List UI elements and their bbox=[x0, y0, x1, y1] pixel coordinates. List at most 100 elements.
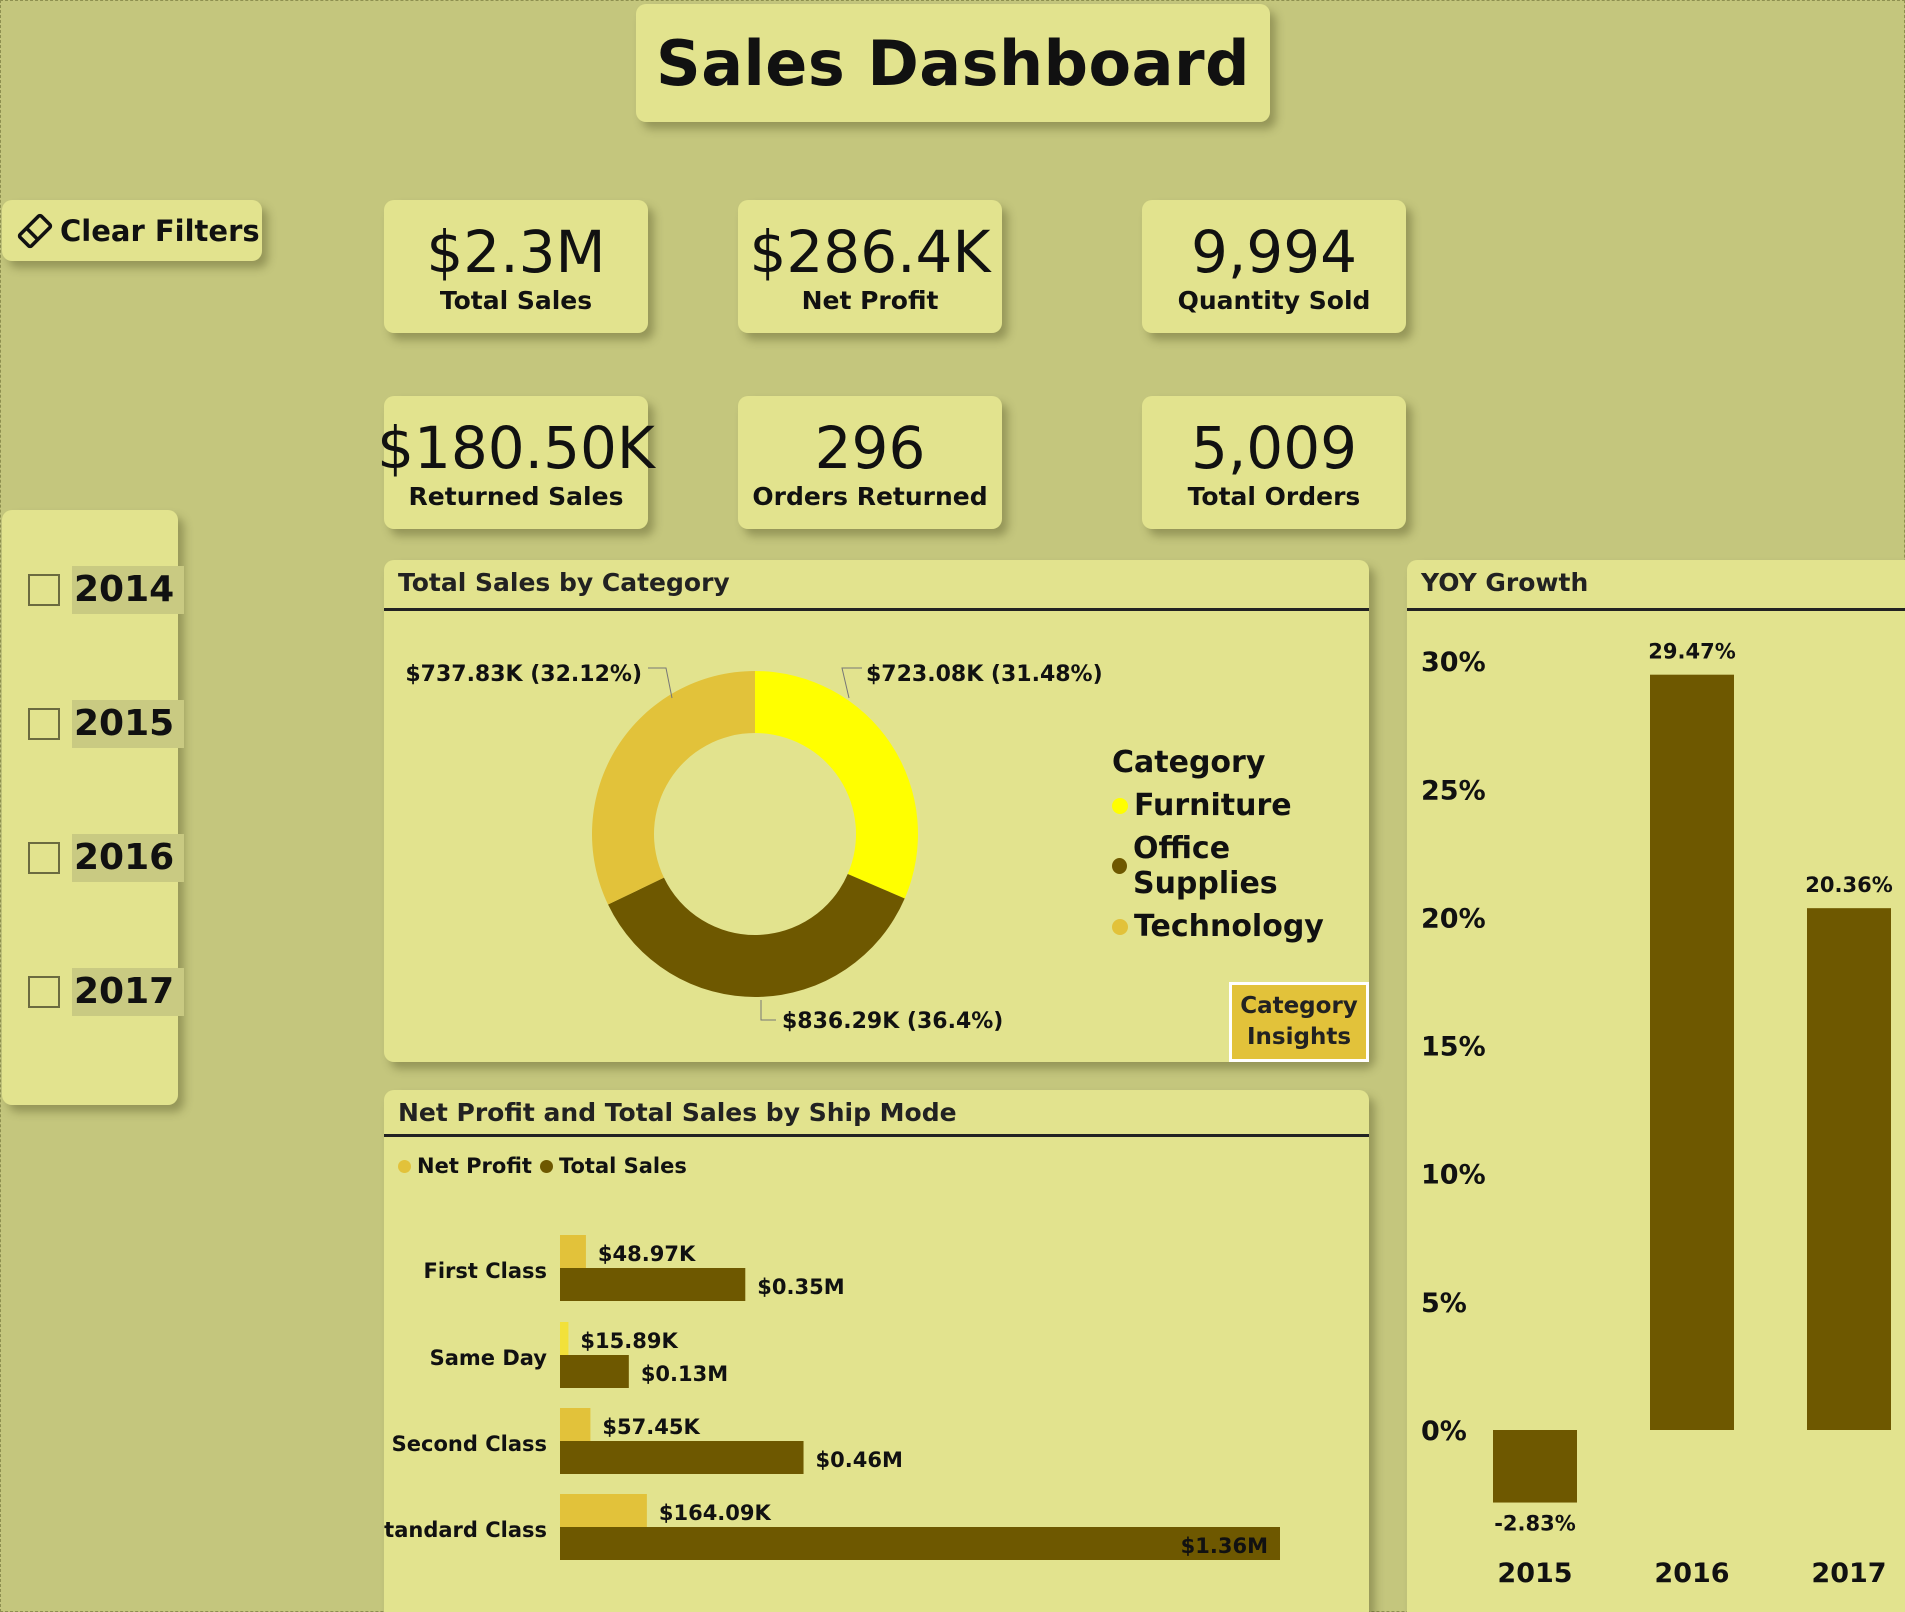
ship-category-label: First Class bbox=[423, 1259, 547, 1283]
insights-label-line2: Insights bbox=[1246, 1024, 1352, 1050]
donut-leader-line bbox=[760, 1000, 776, 1021]
net-profit-data-label: $164.09K bbox=[659, 1501, 772, 1525]
shipmode-panel: Net Profit and Total Sales by Ship Mode … bbox=[384, 1090, 1369, 1612]
kpi-label: Total Orders bbox=[1187, 482, 1361, 511]
net-profit-bar bbox=[560, 1408, 591, 1441]
y-tick-label: 30% bbox=[1421, 647, 1486, 678]
category-panel: Total Sales by Category $723.08K (31.48%… bbox=[384, 560, 1369, 1062]
yoy-bar-2015 bbox=[1493, 1430, 1577, 1503]
clear-filters-label: Clear Filters bbox=[60, 213, 260, 248]
page-title: Sales Dashboard bbox=[656, 26, 1250, 100]
kpi-quantity-sold: 9,994 Quantity Sold bbox=[1142, 200, 1406, 333]
year-slicer: 2014 2015 2016 2017 bbox=[2, 510, 185, 1105]
slicer-item-label: 2015 bbox=[72, 700, 185, 748]
yoy-panel: YOY Growth 0% 5% 10% 15% 20% 25% 30% -2.83% 2015… bbox=[1407, 560, 1905, 1612]
yoy-bar-2016 bbox=[1650, 674, 1734, 1430]
x-tick-label: 2017 bbox=[1811, 1558, 1886, 1589]
y-tick-label: 0% bbox=[1421, 1416, 1467, 1447]
yoy-data-label: 20.36% bbox=[1805, 873, 1892, 897]
category-insights-button[interactable]: Category Insights bbox=[1229, 982, 1369, 1062]
total-sales-bar bbox=[560, 1268, 746, 1301]
total-sales-bar bbox=[560, 1355, 629, 1388]
kpi-returned-sales: $180.50K Returned Sales bbox=[377, 396, 655, 529]
legend-item-office-supplies[interactable]: Office Supplies bbox=[1112, 831, 1369, 901]
kpi-label: Total Sales bbox=[439, 286, 593, 315]
office-supplies-dot-icon bbox=[1112, 858, 1127, 874]
slicer-item-label: 2014 bbox=[72, 566, 185, 614]
checkbox[interactable] bbox=[28, 842, 60, 874]
total-sales-bar bbox=[560, 1527, 1280, 1560]
x-tick-label: 2016 bbox=[1654, 1558, 1729, 1589]
donut-slice-office-supplies bbox=[608, 873, 905, 997]
total-sales-bar bbox=[560, 1441, 804, 1474]
net-profit-data-label: $57.45K bbox=[602, 1415, 700, 1439]
kpi-label: Returned Sales bbox=[408, 482, 624, 511]
net-profit-bar bbox=[560, 1494, 647, 1527]
checkbox[interactable] bbox=[28, 574, 60, 606]
x-tick-label: 2015 bbox=[1497, 1558, 1572, 1589]
y-tick-label: 5% bbox=[1421, 1288, 1467, 1319]
legend-item-furniture[interactable]: Furniture bbox=[1112, 788, 1369, 823]
total-sales-data-label: $1.36M bbox=[1181, 1534, 1268, 1558]
legend-title: Category bbox=[1112, 745, 1266, 780]
slicer-item-2014[interactable]: 2014 bbox=[28, 566, 185, 614]
eraser-icon bbox=[17, 213, 53, 248]
slicer-item-2016[interactable]: 2016 bbox=[28, 834, 185, 882]
ship-category-label: Same Day bbox=[430, 1346, 548, 1370]
kpi-total-sales: $2.3M Total Sales bbox=[384, 200, 648, 333]
slicer-item-2015[interactable]: 2015 bbox=[28, 700, 185, 748]
total-sales-data-label: $0.46M bbox=[816, 1448, 903, 1472]
ship-category-label: Standard Class bbox=[384, 1518, 547, 1542]
kpi-value: $180.50K bbox=[377, 414, 655, 482]
net-profit-bar bbox=[560, 1235, 586, 1268]
kpi-label: Net Profit bbox=[801, 286, 939, 315]
yoy-bar-chart: 0% 5% 10% 15% 20% 25% 30% -2.83% 2015 29.47% 2016 2… bbox=[1421, 640, 1893, 1589]
shipmode-bar-chart: First Class $48.97K $0.35M Same Day $15.89K $… bbox=[384, 1235, 1280, 1560]
kpi-orders-returned: 296 Orders Returned bbox=[738, 396, 1002, 529]
technology-dot-icon bbox=[1112, 918, 1128, 935]
category-legend: Category Furniture Office Supplies Techn… bbox=[1112, 745, 1369, 944]
slicer-item-label: 2016 bbox=[72, 834, 185, 882]
total-sales-data-label: $0.35M bbox=[757, 1275, 844, 1299]
donut-slice-furniture bbox=[755, 671, 918, 899]
donut-data-label: $836.29K (36.4%) bbox=[782, 1009, 1003, 1034]
clear-filters-button[interactable]: Clear Filters bbox=[2, 200, 262, 261]
slicer-item-label: 2017 bbox=[72, 968, 185, 1016]
donut-data-label: $723.08K (31.48%) bbox=[866, 662, 1103, 687]
yoy-data-label: 29.47% bbox=[1648, 640, 1735, 664]
kpi-label: Quantity Sold bbox=[1177, 286, 1371, 315]
ship-category-label: Second Class bbox=[392, 1432, 547, 1456]
title-card: Sales Dashboard bbox=[636, 4, 1270, 122]
legend-item-technology[interactable]: Technology bbox=[1112, 909, 1369, 944]
donut-leader-line bbox=[841, 667, 862, 699]
net-profit-data-label: $15.89K bbox=[580, 1329, 678, 1353]
y-tick-label: 25% bbox=[1421, 775, 1486, 806]
total-sales-data-label: $0.13M bbox=[641, 1362, 728, 1386]
kpi-value: $2.3M bbox=[426, 218, 606, 286]
y-tick-label: 10% bbox=[1421, 1160, 1486, 1191]
kpi-value: 296 bbox=[814, 414, 926, 482]
donut-leader-line bbox=[648, 667, 673, 699]
furniture-dot-icon bbox=[1112, 797, 1128, 814]
net-profit-data-label: $48.97K bbox=[598, 1242, 696, 1266]
kpi-value: 5,009 bbox=[1190, 414, 1358, 482]
kpi-value: $286.4K bbox=[749, 218, 991, 286]
yoy-bar-2017 bbox=[1807, 908, 1891, 1430]
legend-label: Technology bbox=[1134, 909, 1324, 944]
kpi-total-orders: 5,009 Total Orders bbox=[1142, 396, 1406, 529]
insights-label-line1: Category bbox=[1240, 993, 1358, 1019]
legend-label: Office Supplies bbox=[1132, 831, 1278, 901]
donut-slice-technology bbox=[592, 671, 755, 905]
y-tick-label: 15% bbox=[1421, 1032, 1486, 1063]
kpi-label: Orders Returned bbox=[752, 482, 988, 511]
y-tick-label: 20% bbox=[1421, 903, 1486, 934]
slicer-item-2017[interactable]: 2017 bbox=[28, 968, 185, 1016]
checkbox[interactable] bbox=[28, 976, 60, 1008]
net-profit-bar bbox=[560, 1322, 569, 1355]
checkbox[interactable] bbox=[28, 708, 60, 740]
yoy-data-label: -2.83% bbox=[1494, 1512, 1576, 1536]
kpi-value: 9,994 bbox=[1190, 218, 1358, 286]
kpi-net-profit: $286.4K Net Profit bbox=[738, 200, 1002, 333]
donut-data-label: $737.83K (32.12%) bbox=[405, 662, 642, 687]
legend-label: Furniture bbox=[1134, 788, 1292, 823]
